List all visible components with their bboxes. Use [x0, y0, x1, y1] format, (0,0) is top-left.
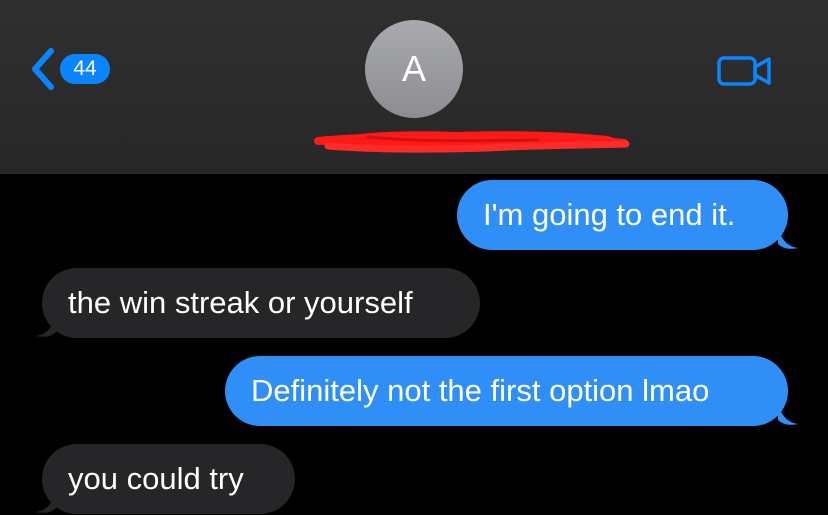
message-bubble-received[interactable]: you could try — [42, 444, 295, 514]
conversation-header: 44 A — [0, 0, 828, 174]
conversation-screen: 44 A I'm going to end it. the win streak… — [0, 0, 828, 515]
message-bubble-sent[interactable]: Definitely not the first option lmao — [225, 356, 788, 426]
contact-avatar[interactable]: A — [365, 20, 463, 118]
unread-count-badge: 44 — [60, 54, 110, 84]
message-bubble-received[interactable]: the win streak or yourself — [42, 268, 480, 338]
chevron-left-icon — [32, 48, 54, 90]
message-bubble-sent[interactable]: I'm going to end it. — [457, 180, 788, 250]
video-camera-icon[interactable] — [716, 52, 774, 88]
back-button[interactable]: 44 — [30, 46, 110, 92]
message-list: I'm going to end it. the win streak or y… — [0, 174, 828, 515]
redaction-scribble — [314, 131, 630, 153]
